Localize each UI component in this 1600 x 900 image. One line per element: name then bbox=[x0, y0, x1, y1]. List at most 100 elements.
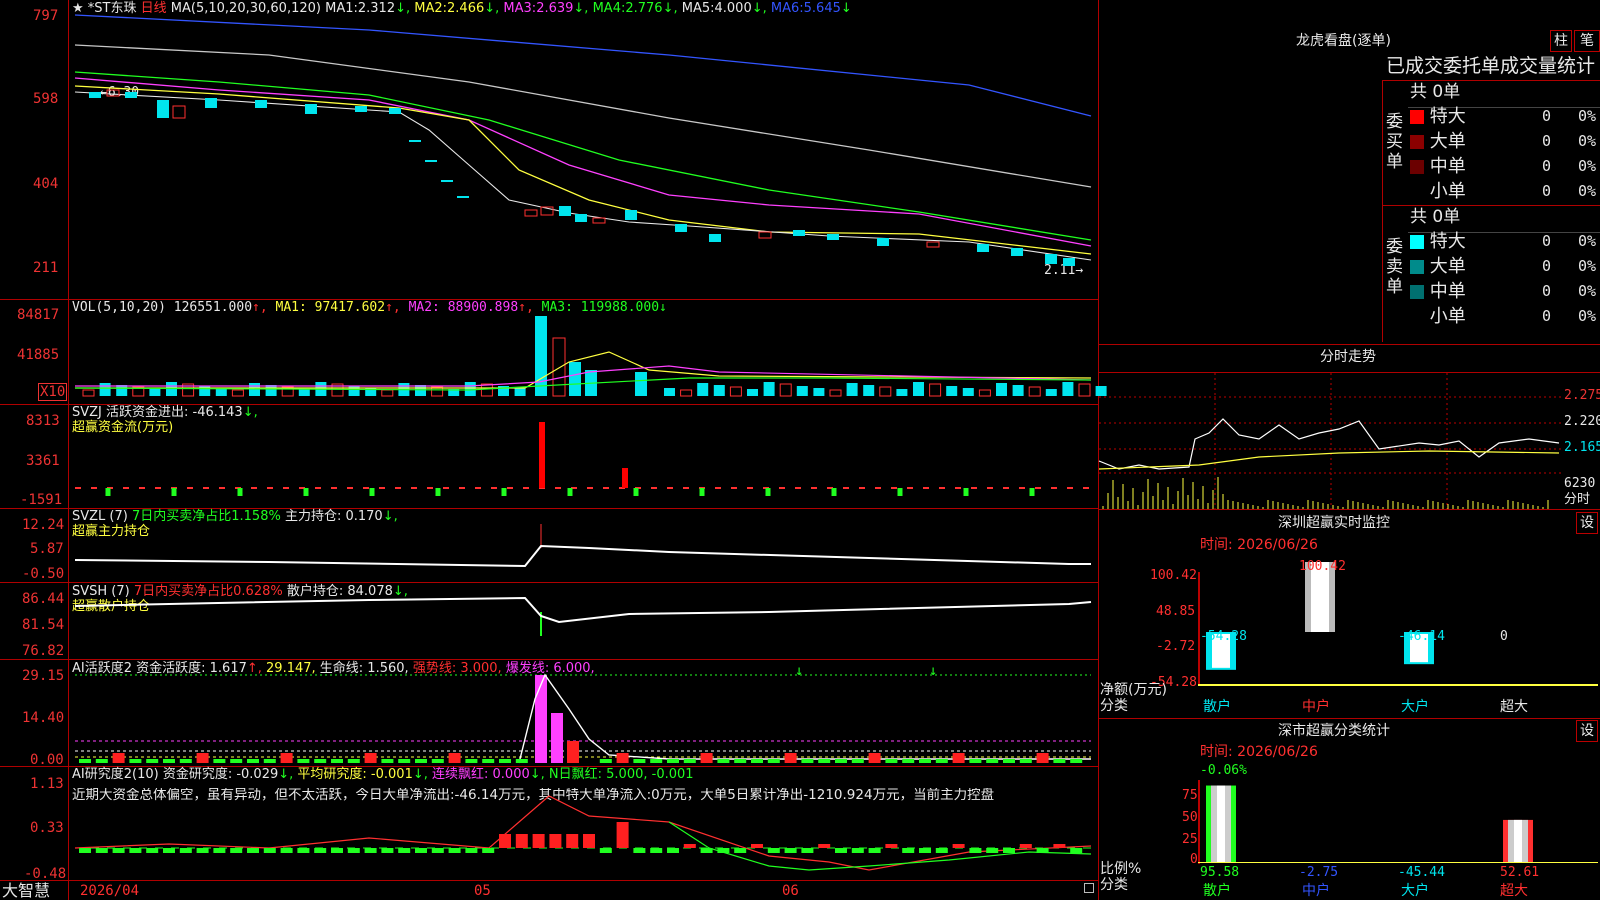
vol-bar bbox=[552, 337, 566, 397]
candle bbox=[827, 234, 839, 240]
svsh-chart bbox=[74, 596, 1092, 636]
activity-bar bbox=[868, 753, 881, 763]
ma5-line bbox=[74, 44, 1092, 188]
sell-side-label: 委卖单 bbox=[1386, 237, 1403, 297]
list-item: 特大 bbox=[1410, 106, 1466, 128]
axis-tick: 8313 bbox=[26, 413, 60, 429]
list-item: 中单 bbox=[1410, 156, 1466, 178]
monitor-value-label: 100.42 bbox=[1299, 559, 1346, 574]
candle bbox=[524, 209, 538, 217]
date-axis-label: 2026/04 bbox=[80, 883, 140, 899]
ma1-line bbox=[74, 91, 1092, 261]
vol-scale-badge[interactable]: X10 bbox=[38, 383, 68, 401]
row-pct: 0% bbox=[1578, 307, 1597, 325]
stat-value-label: -2.75 bbox=[1299, 865, 1339, 880]
activity-bar bbox=[1019, 759, 1032, 763]
tick-view-button[interactable]: 笔 bbox=[1574, 30, 1600, 52]
row-label: 中单 bbox=[1429, 281, 1466, 302]
research-bar bbox=[717, 848, 730, 853]
axis-tick: 84817 bbox=[17, 307, 60, 323]
minute-price-tick: 2.220 bbox=[1564, 414, 1600, 429]
order-stats-subtitle: 已成交委托单成交量统计 bbox=[1386, 55, 1596, 77]
research-bar bbox=[767, 848, 780, 853]
monitor-title: 深圳超赢实时监控 bbox=[1278, 515, 1390, 531]
research-bar bbox=[297, 848, 310, 853]
research-bar bbox=[599, 848, 612, 853]
research-bar bbox=[1036, 848, 1049, 853]
vol-bar bbox=[480, 383, 493, 397]
divider bbox=[1098, 344, 1600, 345]
row-count: 0 bbox=[1542, 232, 1552, 250]
candle bbox=[409, 140, 421, 142]
row-label: 特大 bbox=[1429, 106, 1466, 127]
axis-tick: 41885 bbox=[17, 347, 60, 363]
activity-bar bbox=[851, 759, 864, 763]
color-swatch bbox=[1410, 135, 1424, 149]
candle bbox=[758, 231, 772, 239]
stat-value-label: 52.61 bbox=[1500, 865, 1540, 880]
column-view-button[interactable]: 柱 bbox=[1550, 30, 1572, 52]
brand-logo: 大智慧 bbox=[2, 881, 51, 900]
stat-bar-chart[interactable] bbox=[1198, 760, 1598, 870]
row-pct: 0% bbox=[1578, 132, 1597, 150]
activity-bar bbox=[751, 759, 763, 763]
axis-tick: 76.82 bbox=[22, 643, 65, 659]
candle bbox=[89, 92, 101, 98]
activity-bar bbox=[818, 759, 831, 763]
research-bar bbox=[851, 848, 864, 853]
research-bar bbox=[885, 844, 898, 848]
activity-bar bbox=[465, 759, 478, 763]
activity-bar bbox=[482, 759, 495, 763]
vol-bar bbox=[149, 389, 161, 396]
flow-bar bbox=[501, 488, 507, 496]
axis-tick: -1591 bbox=[20, 492, 63, 508]
flow-bar bbox=[831, 488, 837, 496]
research-bar bbox=[129, 848, 142, 853]
color-swatch bbox=[1410, 285, 1424, 299]
stat-ylabel: 比例% bbox=[1100, 861, 1142, 877]
vol-bar bbox=[298, 389, 310, 396]
stat-settings-button[interactable]: 设 bbox=[1576, 720, 1598, 742]
vol-bar bbox=[747, 389, 758, 396]
vol-bar bbox=[464, 382, 476, 396]
research-bar bbox=[1070, 848, 1083, 853]
divider bbox=[1382, 205, 1600, 206]
monitor-value-label: -46.14 bbox=[1398, 629, 1445, 644]
minute-vol-tick: 6230 bbox=[1564, 476, 1596, 491]
axis-tick: 1.13 bbox=[30, 776, 64, 792]
activity-bar bbox=[95, 759, 108, 763]
candle bbox=[793, 230, 805, 236]
row-label: 小单 bbox=[1429, 181, 1466, 202]
stat-value-label: 95.58 bbox=[1200, 865, 1240, 880]
candle bbox=[125, 92, 137, 98]
divider bbox=[1098, 509, 1600, 510]
vol-bar bbox=[879, 386, 892, 397]
monitor-settings-button[interactable]: 设 bbox=[1576, 512, 1598, 534]
row-count: 0 bbox=[1542, 157, 1552, 175]
candle bbox=[592, 217, 606, 224]
minute-chart[interactable] bbox=[1098, 373, 1563, 509]
candle bbox=[172, 105, 186, 119]
axis-tick: 3361 bbox=[26, 453, 60, 469]
activity-bar bbox=[616, 753, 629, 763]
axis-tick: 81.54 bbox=[22, 617, 65, 633]
vol-bar bbox=[569, 362, 581, 396]
vol-bar-peak bbox=[535, 316, 547, 396]
row-count: 0 bbox=[1542, 257, 1552, 275]
svsh-line bbox=[74, 596, 1092, 624]
kline-chart[interactable] bbox=[69, 0, 1099, 295]
vol-bar bbox=[763, 382, 775, 396]
candle bbox=[926, 241, 940, 248]
row-pct: 0% bbox=[1578, 232, 1597, 250]
flow-bar bbox=[963, 488, 969, 496]
monitor-axis-tick: 48.85 bbox=[1156, 604, 1196, 619]
divider bbox=[1382, 80, 1600, 81]
lock-icon[interactable] bbox=[1084, 883, 1094, 893]
category-label: 大户 bbox=[1401, 699, 1429, 715]
activity-bar bbox=[667, 759, 679, 763]
monitor-time: 时间: 2026/06/26 bbox=[1200, 537, 1318, 553]
activity-bar bbox=[986, 759, 999, 763]
candle bbox=[425, 160, 437, 162]
color-swatch bbox=[1410, 260, 1424, 274]
activity-bar bbox=[347, 759, 360, 763]
